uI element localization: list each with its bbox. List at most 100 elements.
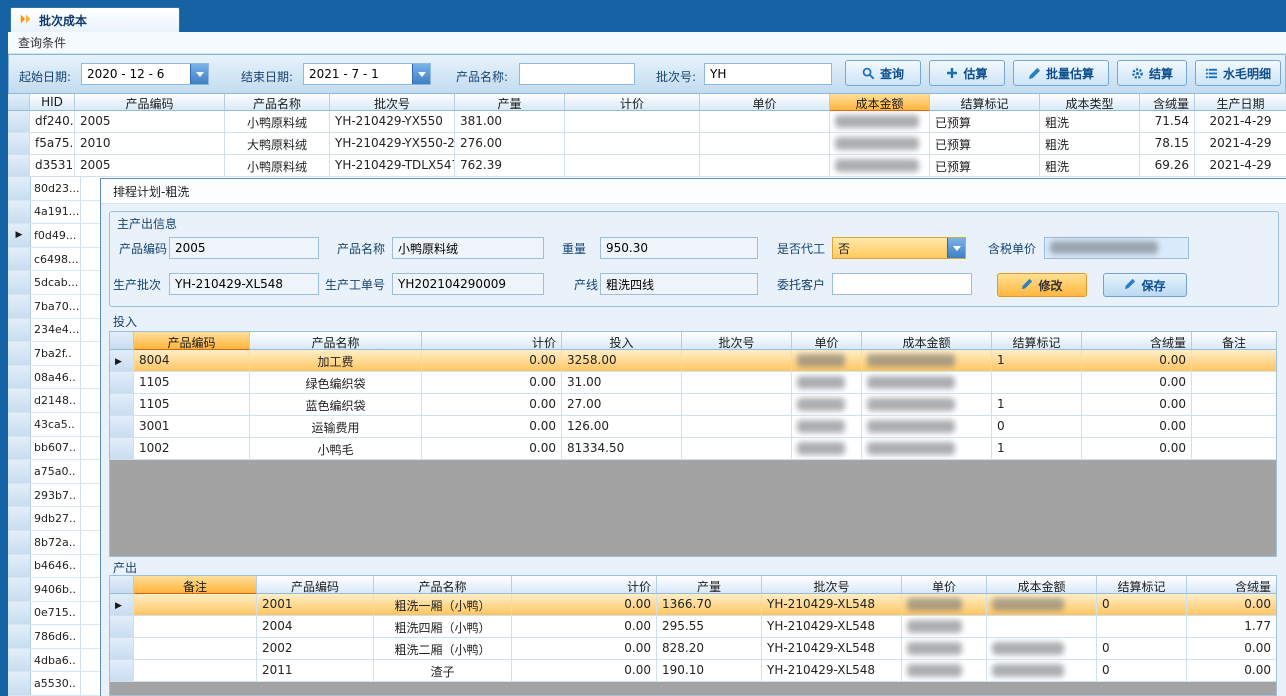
panel-title-bar[interactable]: 排程计划-粗洗: [101, 179, 1286, 204]
table-row[interactable]: ▶ 786d6..: [8, 625, 100, 649]
column-header-pricing[interactable]: 计价: [512, 576, 657, 594]
save-button[interactable]: 保存: [1103, 273, 1187, 297]
column-header-output-qty[interactable]: 产量: [455, 94, 565, 111]
row-selector[interactable]: [8, 155, 30, 176]
row-selector[interactable]: ▶: [8, 672, 31, 695]
select-all-header[interactable]: [110, 332, 134, 350]
batch-no-input[interactable]: [705, 64, 831, 84]
table-row[interactable]: ▶ f0d49...: [8, 224, 100, 248]
column-header-batch-no[interactable]: 批次号: [762, 576, 902, 594]
table-row[interactable]: ▶ a75a0..: [8, 460, 100, 484]
row-selector[interactable]: ▶: [8, 555, 31, 578]
column-header-cost-amount[interactable]: 成本金额: [862, 332, 992, 350]
batch-estimate-button[interactable]: 批量估算: [1013, 60, 1109, 86]
row-selector[interactable]: ▶: [8, 413, 31, 436]
start-date-field[interactable]: [81, 63, 209, 85]
column-header-cost-amount[interactable]: 成本金额: [987, 576, 1097, 594]
table-row[interactable]: ▶ b4646..: [8, 555, 100, 579]
table-row[interactable]: ▶ 7ba70...: [8, 295, 100, 319]
start-date-input[interactable]: [82, 64, 190, 84]
table-row[interactable]: ▶ 8004 加工费 0.00 3258.00 1 0.00: [110, 350, 1276, 372]
row-selector[interactable]: ▶: [8, 271, 31, 294]
column-header-down-content[interactable]: 含绒量: [1187, 576, 1276, 594]
column-header-settle-mark[interactable]: 结算标记: [930, 94, 1040, 111]
table-row[interactable]: ▶ d2148..: [8, 389, 100, 413]
table-row[interactable]: ▶ 293b7..: [8, 484, 100, 508]
table-row[interactable]: ▶ 80d23...: [8, 177, 100, 201]
column-header-product-name[interactable]: 产品名称: [374, 576, 512, 594]
row-selector[interactable]: ▶: [8, 177, 31, 200]
prod-batch-input[interactable]: [169, 273, 319, 295]
product-name-input[interactable]: [520, 64, 634, 84]
prod-line-input[interactable]: [600, 273, 758, 295]
row-selector[interactable]: ▶: [8, 437, 31, 460]
select-all-header[interactable]: [8, 94, 30, 111]
product-name-input[interactable]: [392, 237, 544, 259]
row-selector[interactable]: ▶: [8, 342, 31, 365]
column-header-unit-price[interactable]: 单价: [700, 94, 830, 111]
column-header-product-code[interactable]: 产品编码: [257, 576, 374, 594]
table-row[interactable]: ▶ 9db27..: [8, 507, 100, 531]
table-row[interactable]: ▶ 1105 蓝色编织袋 0.00 27.00 1 0.00: [110, 394, 1276, 416]
column-header-down-content[interactable]: 含绒量: [1082, 332, 1192, 350]
table-row[interactable]: ▶ 2001 粗洗一厢（小鸭） 0.00 1366.70 YH-210429-X…: [110, 594, 1276, 616]
start-date-dropdown-button[interactable]: [190, 64, 208, 84]
tab-batch-cost[interactable]: 批次成本: [10, 7, 180, 32]
row-selector[interactable]: ▶: [8, 507, 31, 530]
column-header-batch-no[interactable]: 批次号: [330, 94, 455, 111]
table-row[interactable]: ▶ 5dcab...: [8, 271, 100, 295]
row-selector[interactable]: ▶: [110, 350, 134, 371]
column-header-batch-no[interactable]: 批次号: [682, 332, 792, 350]
table-row[interactable]: ▶ 0e715..: [8, 602, 100, 626]
select-all-header[interactable]: [110, 576, 134, 594]
column-header-pricing[interactable]: 计价: [565, 94, 700, 111]
tax-price-field[interactable]: [1044, 237, 1189, 259]
row-selector[interactable]: ▶: [110, 372, 134, 393]
table-row[interactable]: f5a75... 2010 大鸭原料绒 YH-210429-YX550-2 27…: [8, 133, 1286, 155]
column-header-product-name[interactable]: 产品名称: [250, 332, 422, 350]
table-row[interactable]: ▶ c6498...: [8, 248, 100, 272]
column-header-prod-date[interactable]: 生产日期: [1195, 94, 1286, 111]
column-header-pricing[interactable]: 计价: [422, 332, 562, 350]
column-header-product-code[interactable]: 产品编码: [134, 332, 250, 350]
column-header-cost-amount[interactable]: 成本金额: [830, 94, 930, 111]
table-row[interactable]: ▶ 2004 粗洗四厢（小鸭） 0.00 295.55 YH-210429-XL…: [110, 616, 1276, 638]
row-selector[interactable]: ▶: [8, 319, 31, 342]
end-date-field[interactable]: [303, 63, 431, 85]
row-selector[interactable]: [8, 111, 30, 132]
column-header-settle-mark[interactable]: 结算标记: [992, 332, 1082, 350]
row-selector[interactable]: ▶: [110, 616, 134, 637]
work-order-input[interactable]: [392, 273, 544, 295]
column-header-input-qty[interactable]: 投入: [562, 332, 682, 350]
table-row[interactable]: ▶ bb607..: [8, 437, 100, 461]
row-selector[interactable]: ▶: [8, 625, 31, 648]
column-header-unit-price[interactable]: 单价: [902, 576, 987, 594]
query-condition-header[interactable]: 查询条件: [8, 32, 1286, 54]
row-selector[interactable]: ▶: [8, 531, 31, 554]
column-header-product-code[interactable]: 产品编码: [75, 94, 225, 111]
row-selector[interactable]: ▶: [8, 602, 31, 625]
row-selector[interactable]: ▶: [110, 394, 134, 415]
client-input[interactable]: [832, 273, 972, 295]
column-header-hid[interactable]: HID: [30, 94, 75, 111]
column-header-note[interactable]: 备注: [134, 576, 257, 594]
table-row[interactable]: ▶ 43ca5..: [8, 413, 100, 437]
end-date-dropdown-button[interactable]: [412, 64, 430, 84]
column-header-product-name[interactable]: 产品名称: [225, 94, 330, 111]
column-header-cost-type[interactable]: 成本类型: [1040, 94, 1140, 111]
table-row[interactable]: ▶ a5530..: [8, 672, 100, 696]
product-code-input[interactable]: [169, 237, 319, 259]
table-row[interactable]: ▶ 08a46..: [8, 366, 100, 390]
estimate-button[interactable]: 估算: [929, 60, 1005, 86]
table-row[interactable]: df240... 2005 小鸭原料绒 YH-210429-YX550 381.…: [8, 111, 1286, 133]
row-selector[interactable]: ▶: [110, 638, 134, 659]
table-row[interactable]: ▶ 1002 小鸭毛 0.00 81334.50 1 0.00: [110, 438, 1276, 460]
modify-button[interactable]: 修改: [997, 273, 1087, 297]
product-name-field[interactable]: [519, 63, 635, 85]
table-row[interactable]: ▶ 1105 绿色编织袋 0.00 31.00 0.00: [110, 372, 1276, 394]
row-selector[interactable]: ▶: [110, 438, 134, 459]
row-selector[interactable]: ▶: [8, 484, 31, 507]
oem-combobox[interactable]: 否: [832, 237, 966, 259]
table-row[interactable]: ▶ 2011 渣子 0.00 190.10 YH-210429-XL548 0 …: [110, 660, 1276, 682]
row-selector[interactable]: ▶: [8, 201, 31, 224]
